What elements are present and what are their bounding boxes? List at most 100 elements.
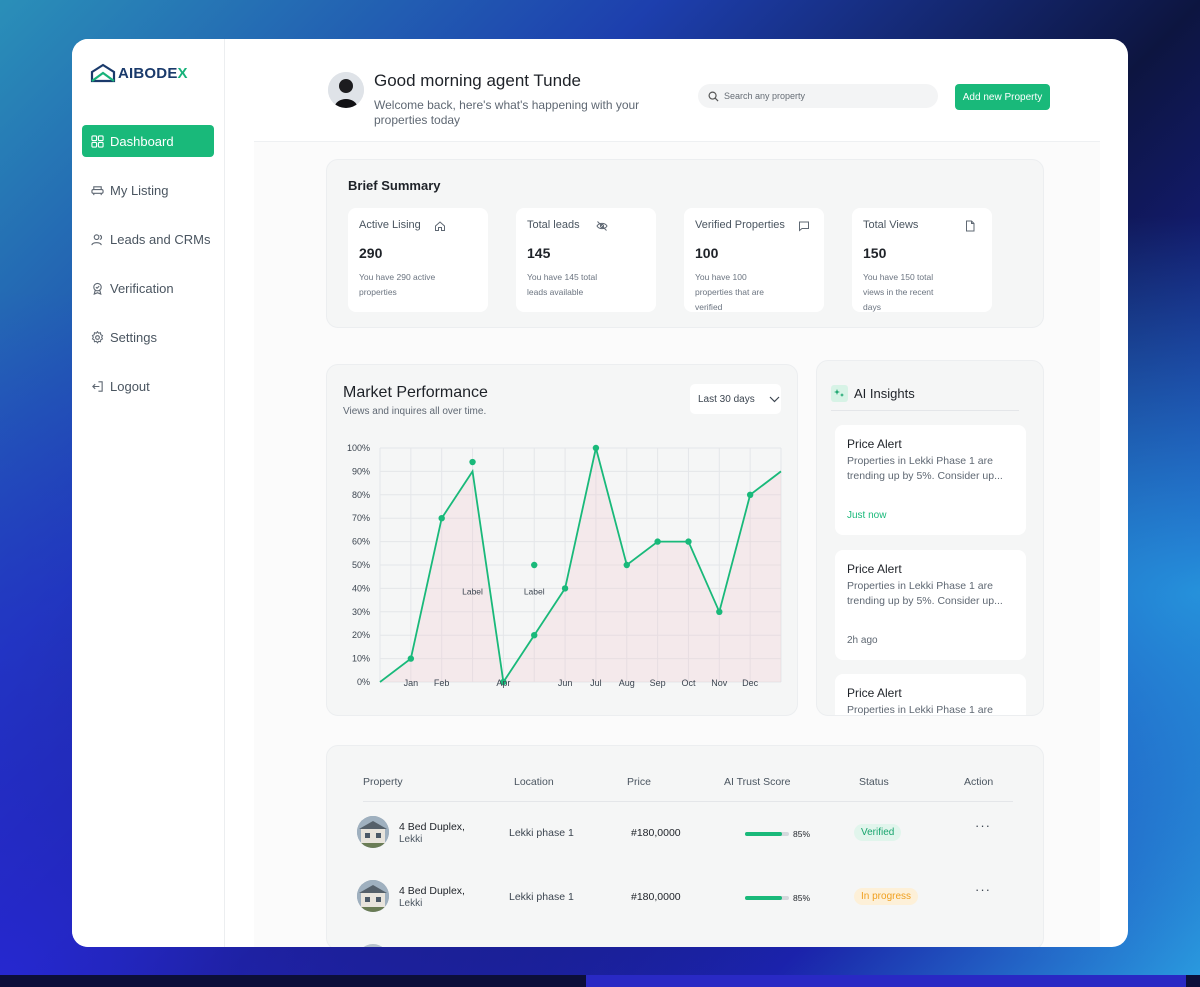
stat-card-total-leads[interactable]: Total leads 145 You have 145 total leads… <box>516 208 656 312</box>
logo[interactable]: AIBODEX <box>90 63 188 83</box>
armchair-icon <box>91 185 104 195</box>
property-name: 4 Bed Duplex, <box>399 821 465 833</box>
insight-text: Properties in Lekki Phase 1 are trending… <box>847 455 1003 482</box>
table-row[interactable]: 4 Bed Duplex, Lekki Lekki phase 1 #180,0… <box>327 810 1043 850</box>
search-icon <box>708 91 719 102</box>
stat-value: 100 <box>695 245 719 261</box>
sidebar-item-settings[interactable]: Settings <box>82 321 214 353</box>
trust-score-value: 85% <box>793 893 811 903</box>
search-bar[interactable] <box>698 84 938 108</box>
column-header-trust-score[interactable]: AI Trust Score <box>724 776 791 788</box>
column-header-location[interactable]: Location <box>514 776 554 788</box>
page-title: Good morning agent Tunde <box>374 71 581 90</box>
page-subtitle: Welcome back, here's what's happening wi… <box>374 98 640 127</box>
insight-card[interactable]: Price Alert Properties in Lekki Phase 1 … <box>835 674 1026 716</box>
column-header-property[interactable]: Property <box>363 776 403 788</box>
point-label: Label <box>462 586 483 596</box>
data-point <box>561 585 569 592</box>
ai-insights-card: AI Insights Price Alert Properties in Le… <box>816 360 1044 716</box>
x-tick-label: Jan <box>404 678 419 688</box>
stat-label: Total leads <box>527 219 580 231</box>
app-window: AIBODEX Dashboard My Listing Leads and C… <box>72 39 1128 947</box>
insight-card[interactable]: Price Alert Properties in Lekki Phase 1 … <box>835 550 1026 660</box>
x-tick-label: Oct <box>681 678 696 688</box>
market-performance-card: Market Performance Views and inquires al… <box>326 364 798 716</box>
property-area: Lekki <box>399 834 423 845</box>
avatar[interactable] <box>328 72 364 108</box>
sidebar-item-verification[interactable]: Verification <box>82 272 214 304</box>
trust-score-value: 85% <box>793 829 811 839</box>
sidebar-item-dashboard[interactable]: Dashboard <box>82 125 214 157</box>
x-tick-label: Aug <box>619 678 635 688</box>
column-header-status[interactable]: Status <box>859 776 889 788</box>
stat-card-verified[interactable]: Verified Properties 100 You have 100 pro… <box>684 208 824 312</box>
column-header-action[interactable]: Action <box>964 776 993 788</box>
insights-title: AI Insights <box>854 386 915 401</box>
message-icon <box>799 221 809 232</box>
table-row[interactable] <box>327 938 1043 947</box>
row-actions-button[interactable]: ··· <box>975 882 991 897</box>
data-point <box>746 491 754 498</box>
sidebar-item-label: Dashboard <box>110 133 174 149</box>
insights-header: AI Insights <box>831 385 915 402</box>
insight-title: Price Alert <box>847 437 902 451</box>
x-tick-label: Apr <box>496 678 510 688</box>
trust-score-fill <box>745 896 783 900</box>
property-name: 4 Bed Duplex, <box>399 885 465 897</box>
search-input[interactable] <box>724 91 924 101</box>
y-tick-label: 10% <box>352 654 370 664</box>
home-icon <box>435 221 445 231</box>
sidebar-item-my-listing[interactable]: My Listing <box>82 174 214 206</box>
y-tick-label: 90% <box>352 466 370 476</box>
location-cell: Lekki phase 1 <box>509 891 574 903</box>
add-property-button[interactable]: Add new Property <box>955 84 1050 110</box>
price-cell: #180,0000 <box>631 827 681 839</box>
sidebar-item-label: Verification <box>110 280 174 296</box>
trust-score-bar <box>745 832 789 836</box>
data-point <box>407 655 415 662</box>
y-tick-label: 50% <box>352 560 370 570</box>
y-tick-label: 70% <box>352 513 370 523</box>
row-actions-button[interactable]: ··· <box>975 818 991 833</box>
location-cell: Lekki phase 1 <box>509 827 574 839</box>
status-badge: In progress <box>854 888 919 905</box>
data-point <box>592 444 600 452</box>
y-tick-label: 40% <box>352 583 370 593</box>
y-tick-label: 0% <box>357 677 370 687</box>
data-point <box>438 515 445 522</box>
y-tick-label: 100% <box>347 443 370 453</box>
brief-summary-card: Brief Summary Active Lising 290 You have… <box>326 159 1044 328</box>
sidebar-item-logout[interactable]: Logout <box>82 370 214 402</box>
sidebar-item-leads[interactable]: Leads and CRMs <box>82 223 214 255</box>
stat-value: 290 <box>359 245 383 261</box>
stat-card-total-views[interactable]: Total Views 150 You have 150 total views… <box>852 208 992 312</box>
y-tick-label: 30% <box>352 607 370 617</box>
data-point <box>531 632 538 639</box>
insight-text: Properties in Lekki Phase 1 are trending… <box>847 704 993 716</box>
insight-title: Price Alert <box>847 686 902 700</box>
column-header-price[interactable]: Price <box>627 776 651 788</box>
stat-value: 145 <box>527 245 551 261</box>
eye-off-icon <box>596 221 608 231</box>
data-point <box>469 458 476 466</box>
market-line-chart: 0% 10% 20% 30% 40% 50% 60% 70% 80% 90% 100% Label La… <box>347 443 782 688</box>
header: Good morning agent Tunde Welcome back, h… <box>254 39 1100 142</box>
sidebar-nav: Dashboard My Listing Leads and CRMs Veri… <box>82 125 214 419</box>
insight-card[interactable]: Price Alert Properties in Lekki Phase 1 … <box>835 425 1026 535</box>
house-image-icon <box>357 880 389 912</box>
data-point <box>531 561 538 569</box>
sidebar-item-label: Settings <box>110 329 157 345</box>
summary-title: Brief Summary <box>348 178 441 193</box>
stat-label: Active Lising <box>359 219 421 231</box>
trust-score-fill <box>745 832 783 836</box>
stat-card-active-listing[interactable]: Active Lising 290 You have 290 active pr… <box>348 208 488 312</box>
property-thumbnail <box>357 880 389 912</box>
data-point <box>623 561 630 569</box>
x-tick-label: Feb <box>434 678 450 688</box>
status-badge: Verified <box>854 824 902 841</box>
data-point <box>685 538 692 545</box>
trust-score-bar <box>745 896 789 900</box>
stat-desc: You have 150 total views in the recent d… <box>863 272 934 312</box>
badge-icon <box>93 282 102 295</box>
table-row[interactable]: 4 Bed Duplex, Lekki Lekki phase 1 #180,0… <box>327 874 1043 914</box>
